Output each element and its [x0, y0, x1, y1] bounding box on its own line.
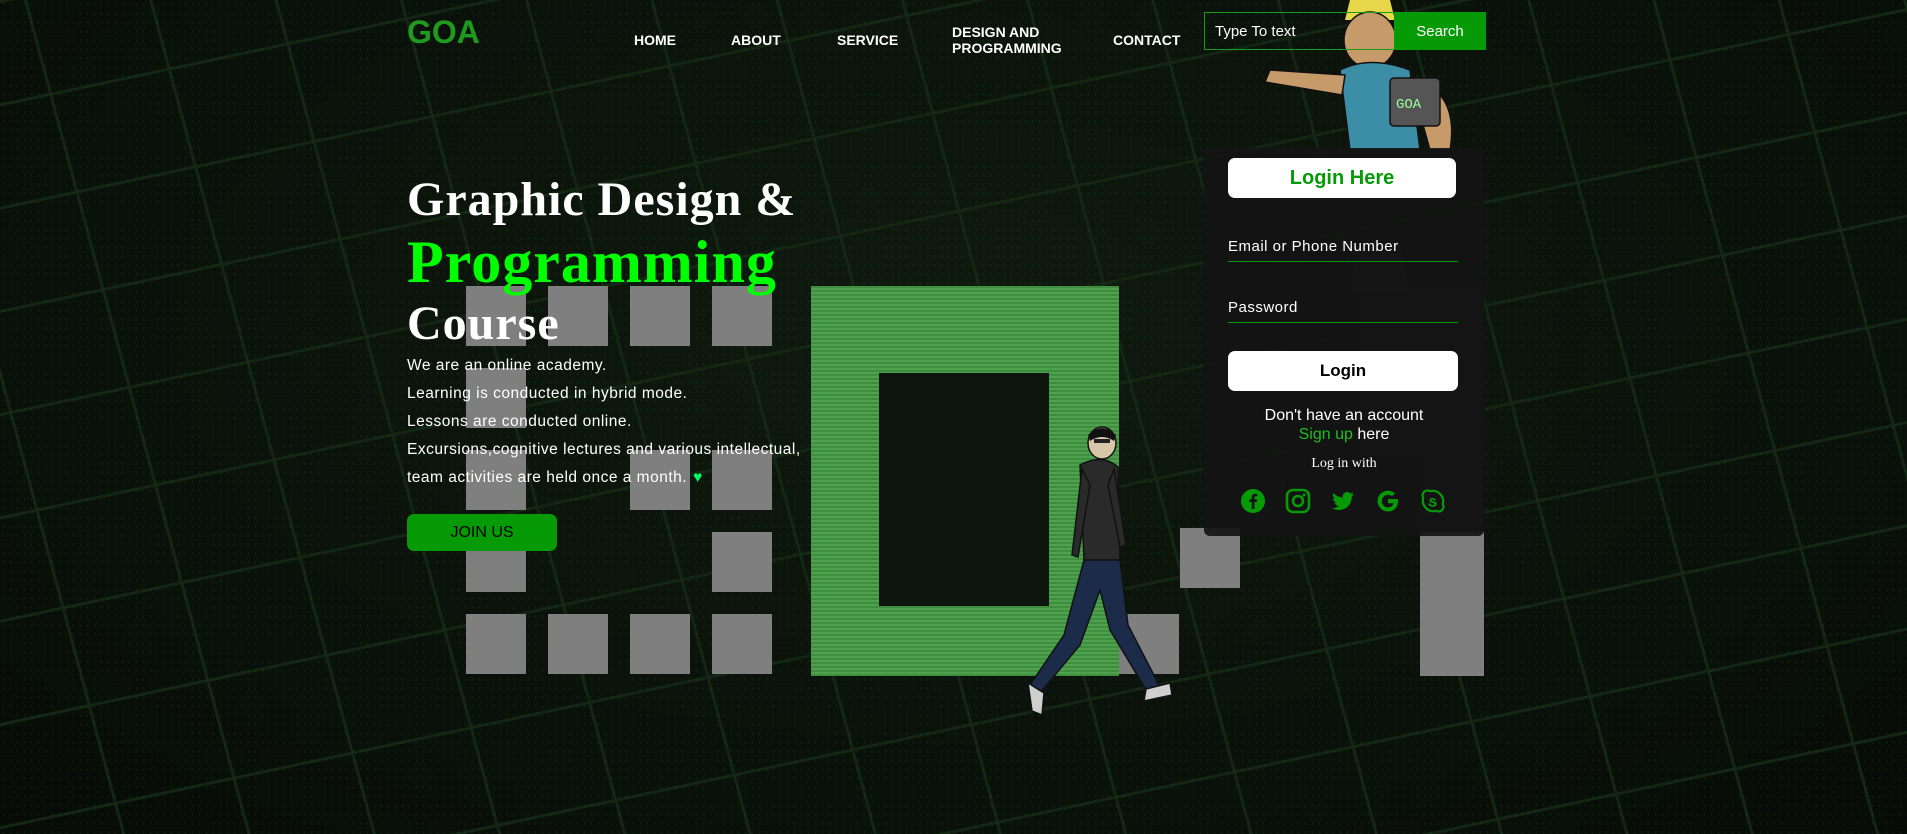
nav-design-programming[interactable]: DESIGN AND PROGRAMMING — [952, 24, 1062, 56]
desc-line: We are an online academy. — [407, 357, 607, 374]
join-us-button[interactable]: JOIN US — [407, 514, 557, 551]
sign-up-link[interactable]: Sign up — [1299, 426, 1353, 443]
login-button[interactable]: Login — [1228, 351, 1458, 391]
nav-home[interactable]: HOME — [634, 32, 676, 48]
hero-description: We are an online academy. Learning is co… — [407, 352, 801, 492]
logo[interactable]: GOA — [407, 14, 480, 51]
desc-line: Lessons are conducted online. — [407, 413, 632, 430]
desc-line: team activities are held once a month. — [407, 469, 688, 486]
twitter-icon[interactable] — [1330, 488, 1356, 514]
nav-design-label: DESIGN AND — [952, 24, 1040, 40]
nav-service[interactable]: SERVICE — [837, 32, 898, 48]
search-bar: Search — [1204, 12, 1486, 50]
desc-line-with-heart: team activities are held once a month. ♥ — [407, 464, 801, 492]
email-field[interactable] — [1228, 232, 1458, 262]
desc-line: Learning is conducted in hybrid mode. — [407, 385, 688, 402]
hero-title-line2: Programming — [407, 229, 777, 295]
sign-up-suffix: here — [1357, 426, 1390, 443]
hero-title-line1: Graphic Design & — [407, 173, 797, 226]
search-button[interactable]: Search — [1394, 12, 1486, 50]
hero-title-line3: Course — [407, 297, 560, 350]
no-account-text: Don't have an account Sign up here — [1204, 406, 1484, 444]
login-panel: Login Here Login Don't have an account S… — [1204, 148, 1484, 536]
search-input[interactable] — [1204, 12, 1394, 50]
instagram-icon[interactable] — [1285, 488, 1311, 514]
login-title: Login Here — [1228, 158, 1456, 198]
desc-line: Excursions,cognitive lectures and variou… — [407, 441, 801, 458]
facebook-icon[interactable] — [1240, 488, 1266, 514]
svg-text:GOA: GOA — [1396, 97, 1422, 113]
walking-person-illustration — [1027, 426, 1173, 717]
skype-icon[interactable] — [1420, 488, 1446, 514]
google-icon[interactable] — [1375, 488, 1401, 514]
nav-contact[interactable]: CONTACT — [1113, 32, 1180, 48]
log-in-with-label: Log in with — [1311, 456, 1377, 471]
nav-programming-label: PROGRAMMING — [952, 40, 1062, 56]
heart-icon: ♥ — [693, 469, 703, 486]
social-login-icons — [1240, 488, 1446, 514]
nav-about[interactable]: ABOUT — [731, 32, 781, 48]
no-account-label: Don't have an account — [1264, 407, 1424, 424]
password-field[interactable] — [1228, 293, 1458, 323]
